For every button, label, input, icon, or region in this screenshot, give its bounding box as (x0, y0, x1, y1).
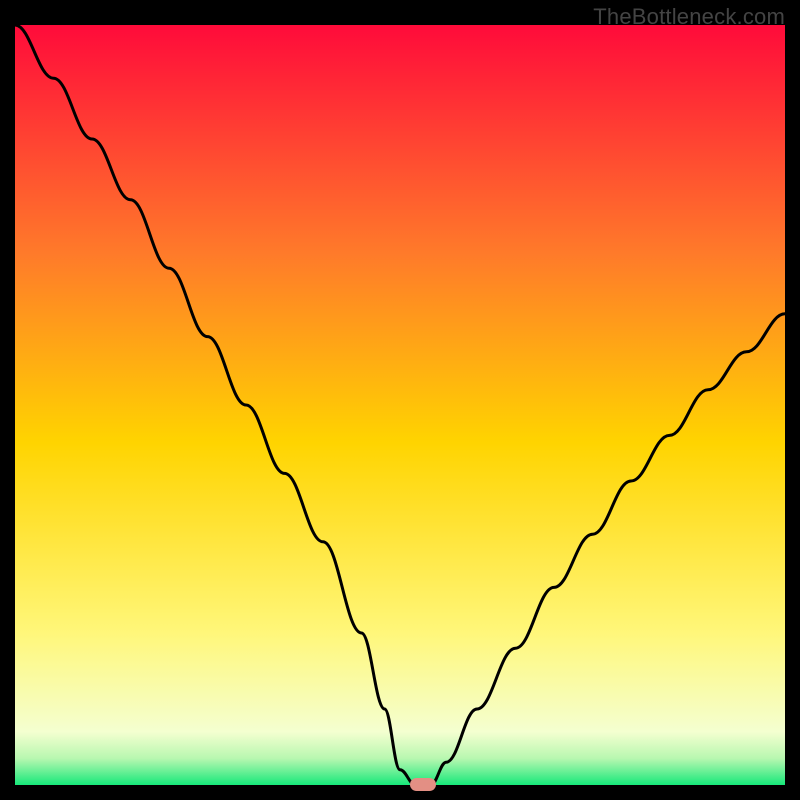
bottleneck-plot (15, 25, 785, 785)
chart-frame (15, 25, 785, 785)
gradient-background (15, 25, 785, 785)
optimal-marker (410, 778, 436, 791)
